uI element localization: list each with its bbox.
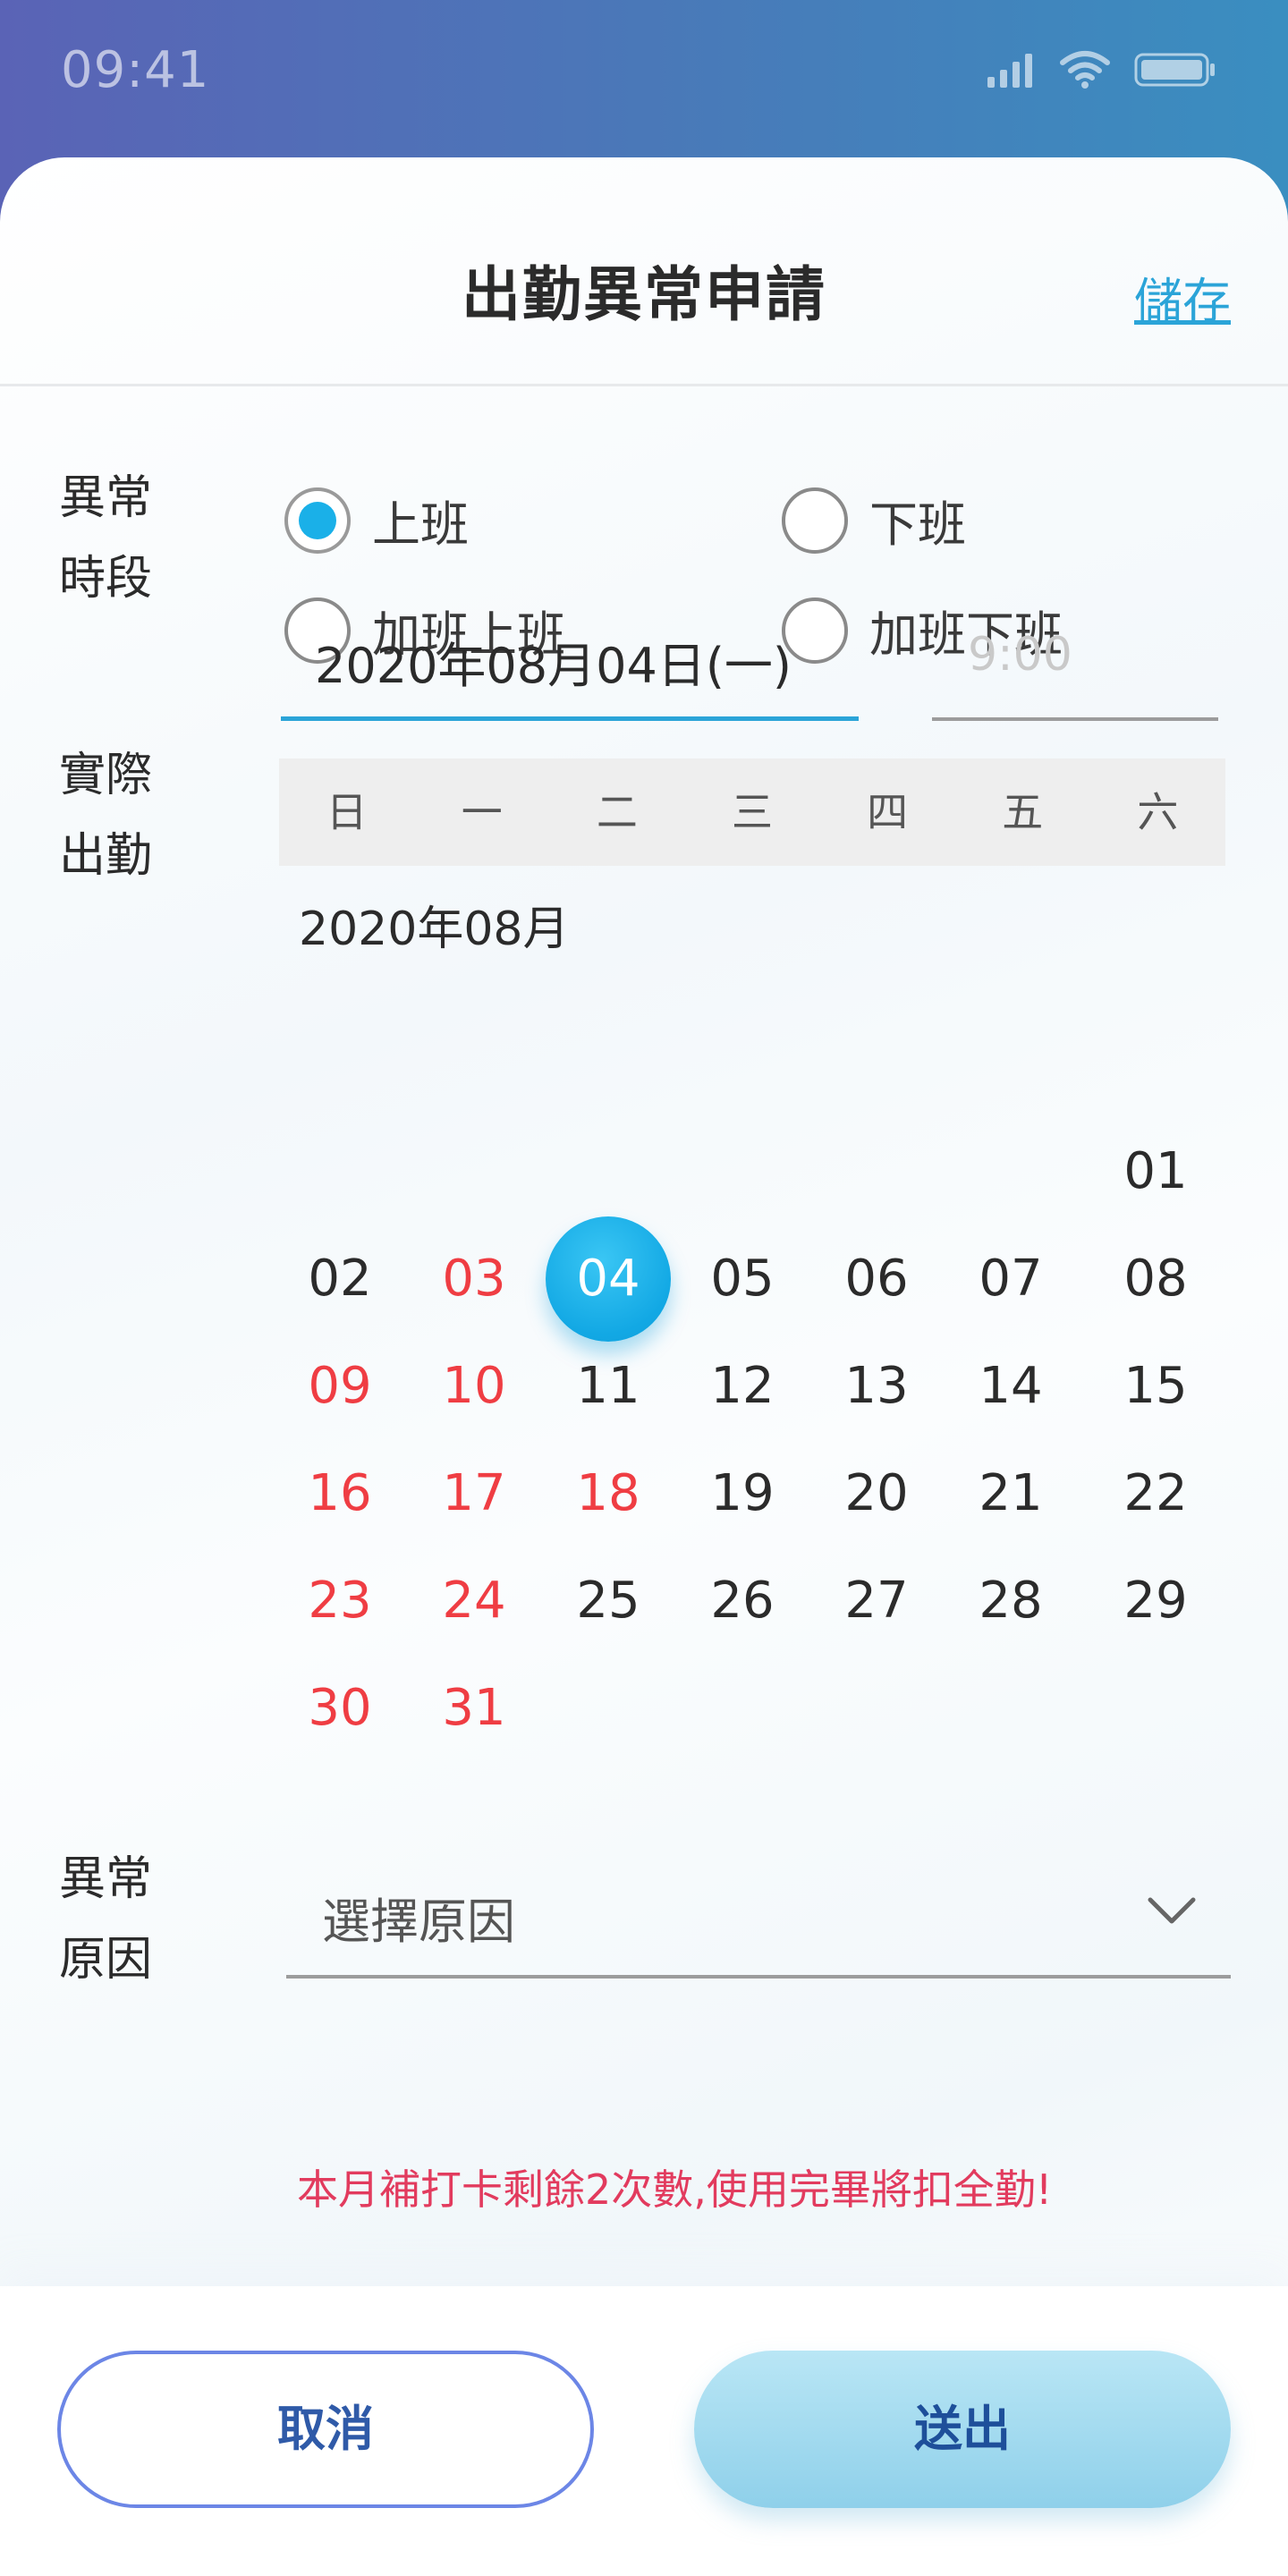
reason-label-line1: 異常 — [59, 1852, 153, 1906]
actual-label: 實際 出勤 — [59, 735, 175, 896]
weekday-sat: 六 — [1137, 788, 1179, 836]
calendar-day[interactable]: 10 — [411, 1324, 537, 1449]
calendar-day[interactable]: 16 — [277, 1431, 402, 1556]
calendar-day[interactable]: 07 — [948, 1216, 1073, 1342]
radio-label: 下班 — [869, 496, 966, 553]
reason-select[interactable]: 選擇原因 — [286, 1853, 1231, 1979]
date-input[interactable]: 2020年08月04日(一) — [281, 601, 859, 721]
calendar-day[interactable]: 30 — [277, 1646, 402, 1771]
calendar-day[interactable]: 02 — [277, 1216, 402, 1342]
calendar-day[interactable]: 05 — [680, 1216, 805, 1342]
calendar-day[interactable]: 28 — [948, 1538, 1073, 1664]
radio-circle-checked[interactable] — [284, 487, 351, 554]
time-placeholder: 9:00 — [968, 628, 1072, 682]
remaining-punch-warning: 本月補打卡剩餘2次數,使用完畢將扣全勤! — [297, 2165, 1053, 2214]
calendar-day[interactable]: 15 — [1093, 1324, 1218, 1449]
calendar-day[interactable]: 01 — [1093, 1109, 1218, 1234]
actual-label-line2: 出勤 — [59, 829, 153, 883]
calendar-day[interactable]: 12 — [680, 1324, 805, 1449]
calendar-day[interactable]: 09 — [277, 1324, 402, 1449]
calendar-day[interactable]: 19 — [680, 1431, 805, 1556]
calendar-day[interactable]: 21 — [948, 1431, 1073, 1556]
calendar-day[interactable]: 03 — [411, 1216, 537, 1342]
radio-circle[interactable] — [782, 487, 848, 554]
weekday-thu: 四 — [867, 788, 909, 836]
reason-label: 異常 原因 — [59, 1839, 175, 2000]
page-title: 出勤異常申請 — [462, 260, 826, 329]
reason-placeholder: 選擇原因 — [322, 1894, 515, 1950]
signal-icon — [987, 54, 1032, 88]
calendar-day[interactable]: 20 — [814, 1431, 939, 1556]
sheet-header: 出勤異常申請 儲存 — [0, 157, 1288, 386]
calendar-month-label: 2020年08月 — [299, 902, 570, 956]
calendar-day[interactable]: 08 — [1093, 1216, 1218, 1342]
calendar-day[interactable]: 06 — [814, 1216, 939, 1342]
calendar-day[interactable]: 13 — [814, 1324, 939, 1449]
calendar-day[interactable]: 11 — [546, 1324, 671, 1449]
calendar-day[interactable]: 17 — [411, 1431, 537, 1556]
weekday-mon: 一 — [461, 788, 503, 836]
calendar-day[interactable]: 29 — [1093, 1538, 1218, 1664]
calendar-day[interactable]: 27 — [814, 1538, 939, 1664]
status-bar: 09:41 — [0, 0, 1288, 157]
period-label: 異常 時段 — [59, 458, 175, 619]
calendar-day[interactable]: 26 — [680, 1538, 805, 1664]
calendar-day[interactable]: 25 — [546, 1538, 671, 1664]
period-label-line1: 異常 — [59, 471, 153, 525]
status-time: 09:41 — [61, 41, 210, 99]
weekday-tue: 二 — [596, 788, 638, 836]
calendar-day[interactable]: 31 — [411, 1646, 537, 1771]
time-input[interactable]: 9:00 — [932, 601, 1218, 721]
wifi-icon — [1060, 51, 1110, 89]
save-link[interactable]: 儲存 — [1134, 261, 1231, 332]
period-label-line2: 時段 — [59, 552, 153, 606]
radio-label: 上班 — [372, 496, 469, 553]
battery-icon — [1134, 53, 1215, 87]
chevron-down-icon — [1148, 1897, 1196, 1924]
calendar-day[interactable]: 18 — [546, 1431, 671, 1556]
calendar-day-selected[interactable]: 04 — [546, 1216, 671, 1342]
submit-button[interactable]: 送出 — [694, 2351, 1231, 2508]
cancel-button[interactable]: 取消 — [57, 2351, 594, 2508]
calendar-day[interactable]: 22 — [1093, 1431, 1218, 1556]
radio-clock-out[interactable]: 下班 — [782, 485, 966, 555]
calendar-day[interactable]: 24 — [411, 1538, 537, 1664]
status-icons — [986, 50, 1216, 89]
calendar-day[interactable]: 14 — [948, 1324, 1073, 1449]
weekday-fri: 五 — [1002, 788, 1044, 836]
weekday-wed: 三 — [731, 788, 773, 836]
actual-label-line1: 實際 — [59, 749, 153, 802]
calendar-day[interactable]: 23 — [277, 1538, 402, 1664]
reason-label-line2: 原因 — [59, 1933, 153, 1987]
calendar-weekday-header: 日 一 二 三 四 五 六 — [279, 758, 1225, 866]
radio-clock-in[interactable]: 上班 — [284, 485, 469, 555]
weekday-sun: 日 — [326, 788, 368, 836]
date-value: 2020年08月04日(一) — [315, 638, 792, 694]
